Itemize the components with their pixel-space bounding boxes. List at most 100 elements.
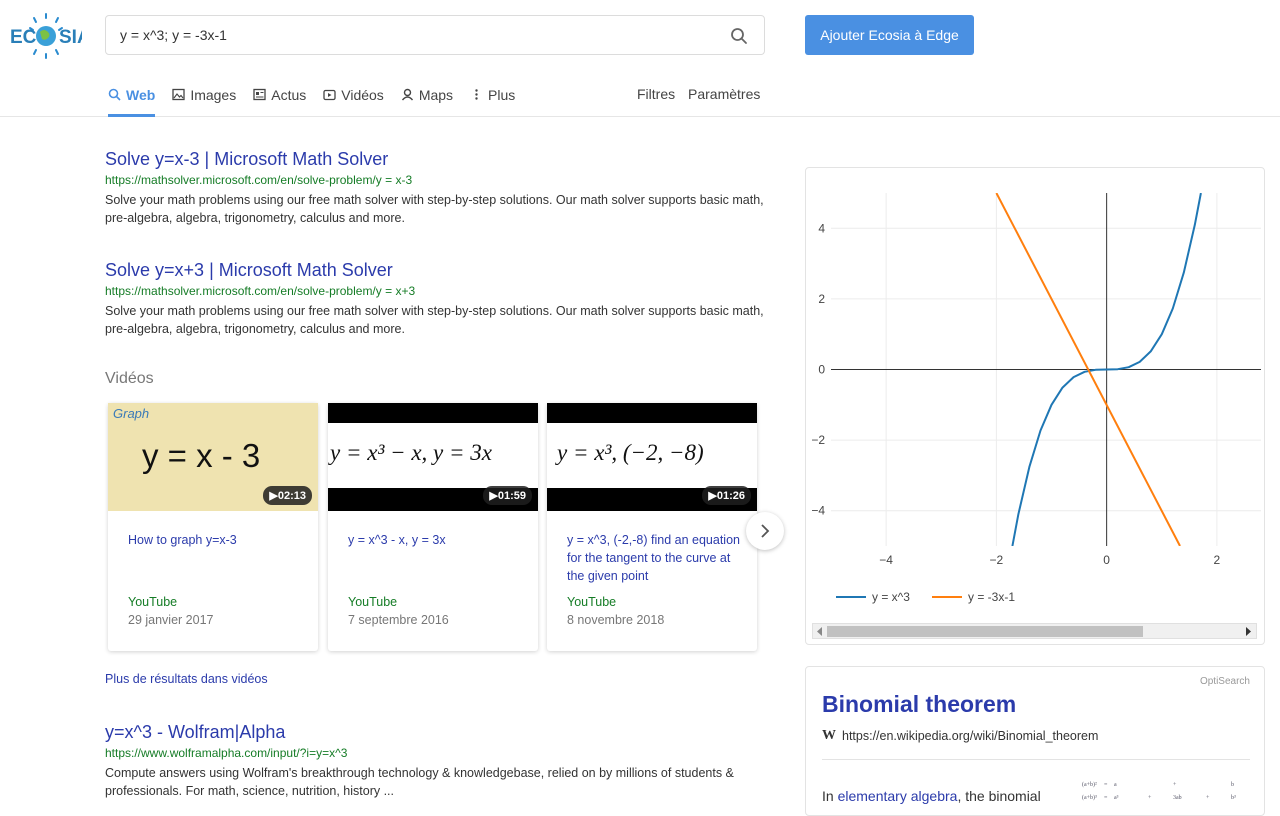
- video-icon: [323, 89, 336, 101]
- chart-horizontal-scrollbar[interactable]: [812, 623, 1257, 639]
- result-title-link[interactable]: Solve y=x-3 | Microsoft Math Solver: [105, 148, 765, 170]
- video-duration-badge: ▶01:59: [483, 486, 532, 505]
- header: EC SIA Ajouter Ecosia à Edge Web Images …: [0, 0, 1280, 117]
- video-thumbnail[interactable]: y = x³ − x, y = 3x ▶01:59: [328, 403, 538, 511]
- x-tick-label: 2: [1214, 553, 1221, 567]
- tab-web[interactable]: Web: [108, 84, 156, 117]
- search-result: Solve y=x-3 | Microsoft Math Solver http…: [105, 148, 765, 227]
- formula-thumbnail-image: (a+b)² = a (a+b)³ = a³ ++3ab +bb³: [1082, 781, 1236, 801]
- chart-legend: y = x^3 y = -3x-1: [836, 590, 1015, 604]
- settings-link[interactable]: Paramètres: [688, 86, 760, 102]
- search-box[interactable]: [105, 15, 765, 55]
- result-snippet: Solve your math problems using our free …: [105, 304, 764, 336]
- search-icon[interactable]: [730, 27, 748, 45]
- search-input[interactable]: [120, 16, 720, 54]
- search-result: y=x^3 - Wolfram|Alpha https://www.wolfra…: [105, 721, 765, 800]
- wikipedia-source[interactable]: W https://en.wikipedia.org/wiki/Binomial…: [822, 728, 1098, 744]
- y-tick-label: 4: [818, 221, 825, 235]
- scroll-left-icon[interactable]: [816, 627, 823, 636]
- map-pin-icon: [401, 88, 413, 101]
- search-result: Solve y=x+3 | Microsoft Math Solver http…: [105, 259, 765, 338]
- svg-text:=: =: [1104, 795, 1108, 801]
- tab-more[interactable]: Plus: [470, 84, 515, 117]
- optisearch-badge[interactable]: OptiSearch: [1200, 676, 1250, 687]
- legend-swatch: [836, 596, 866, 598]
- carousel-next-button[interactable]: [746, 512, 784, 550]
- svg-text:a³: a³: [1114, 795, 1119, 801]
- result-url[interactable]: https://mathsolver.microsoft.com/en/solv…: [105, 173, 765, 188]
- tab-label: Actus: [271, 87, 307, 103]
- result-url[interactable]: https://www.wolframalpha.com/input/?i=y=…: [105, 746, 765, 761]
- video-card[interactable]: Graph y = x - 3 ▶02:13 How to graph y=x-…: [108, 403, 318, 651]
- svg-text:b: b: [1231, 782, 1234, 788]
- tab-images[interactable]: Images: [172, 84, 236, 117]
- video-date: 7 septembre 2016: [348, 613, 449, 627]
- video-title-link[interactable]: y = x^3, (-2,-8) find an equation for th…: [567, 531, 742, 585]
- result-title-link[interactable]: y=x^3 - Wolfram|Alpha: [105, 721, 765, 743]
- play-icon: ▶: [269, 490, 278, 502]
- tab-videos[interactable]: Vidéos: [323, 84, 384, 117]
- video-source: YouTube: [128, 595, 178, 609]
- video-thumbnail[interactable]: Graph y = x - 3 ▶02:13: [108, 403, 318, 511]
- function-graph[interactable]: −4 −2 0 2 −4 −2 0 2 4: [806, 168, 1264, 644]
- video-card[interactable]: y = x³, (−2, −8) ▶01:26 y = x^3, (-2,-8)…: [547, 403, 757, 651]
- video-title-link[interactable]: y = x^3 - x, y = 3x: [348, 531, 523, 549]
- video-duration-badge: ▶01:26: [702, 486, 751, 505]
- legend-swatch: [931, 596, 962, 598]
- svg-text:+: +: [1148, 795, 1152, 801]
- news-icon: [253, 88, 266, 101]
- video-date: 29 janvier 2017: [128, 613, 214, 627]
- snippet-text: In: [822, 788, 834, 804]
- video-card[interactable]: y = x³ − x, y = 3x ▶01:59 y = x^3 - x, y…: [328, 403, 538, 651]
- video-thumbnail[interactable]: y = x³, (−2, −8) ▶01:26: [547, 403, 757, 511]
- tab-label: Plus: [488, 87, 516, 103]
- tab-label: Images: [190, 87, 237, 103]
- scrollbar-thumb[interactable]: [827, 626, 1143, 637]
- svg-text:SIA: SIA: [59, 27, 82, 48]
- thumbnail-caption: Graph: [113, 406, 150, 421]
- wikipedia-icon: W: [822, 728, 836, 743]
- graph-widget: −4 −2 0 2 −4 −2 0 2 4 y = x^3 y = -3x-1: [805, 167, 1265, 645]
- scroll-right-icon[interactable]: [1245, 627, 1252, 636]
- result-snippet: Solve your math problems using our free …: [105, 193, 764, 225]
- play-icon: ▶: [708, 490, 717, 502]
- tab-maps[interactable]: Maps: [401, 84, 453, 117]
- result-title-link[interactable]: Solve y=x+3 | Microsoft Math Solver: [105, 259, 765, 281]
- add-ecosia-to-edge-button[interactable]: Ajouter Ecosia à Edge: [805, 15, 974, 55]
- more-videos-link[interactable]: Plus de résultats dans vidéos: [105, 672, 268, 686]
- svg-text:b³: b³: [1231, 795, 1236, 801]
- duration-text: 01:59: [497, 490, 526, 502]
- thumbnail-equation: y = x³ − x, y = 3x: [330, 440, 492, 465]
- duration-text: 02:13: [277, 490, 306, 502]
- tab-label: Web: [126, 87, 156, 103]
- thumbnail-equation: y = x - 3: [142, 437, 261, 474]
- knowledge-panel: OptiSearch Binomial theorem W https://en…: [805, 666, 1265, 816]
- search-icon: [108, 88, 121, 101]
- result-url[interactable]: https://mathsolver.microsoft.com/en/solv…: [105, 284, 765, 299]
- knowledge-title-link[interactable]: Binomial theorem: [822, 691, 1016, 718]
- video-date: 8 novembre 2018: [567, 613, 665, 627]
- filters-link[interactable]: Filtres: [637, 86, 675, 102]
- snippet-text: , the binomial: [957, 788, 1041, 804]
- wikipedia-url[interactable]: https://en.wikipedia.org/wiki/Binomial_t…: [842, 729, 1098, 743]
- chevron-right-icon: [761, 524, 770, 538]
- video-duration-badge: ▶02:13: [263, 486, 312, 505]
- ecosia-logo[interactable]: EC SIA: [10, 12, 82, 60]
- video-title-link[interactable]: How to graph y=x-3: [128, 531, 303, 549]
- elementary-algebra-link[interactable]: elementary algebra: [838, 788, 958, 804]
- svg-text:+: +: [1206, 795, 1210, 801]
- svg-text:EC: EC: [10, 27, 37, 48]
- svg-text:+: +: [1173, 782, 1177, 788]
- x-tick-label: −2: [990, 553, 1004, 567]
- x-tick-label: −4: [879, 553, 893, 567]
- more-vertical-icon: [475, 89, 478, 100]
- tab-label: Vidéos: [341, 87, 384, 103]
- y-tick-label: −2: [811, 433, 825, 447]
- result-snippet: Compute answers using Wolfram's breakthr…: [105, 766, 734, 798]
- video-source: YouTube: [348, 595, 398, 609]
- tab-news[interactable]: Actus: [253, 84, 306, 117]
- knowledge-snippet: In elementary algebra, the binomial: [822, 788, 1041, 804]
- duration-text: 01:26: [716, 490, 745, 502]
- y-tick-label: 2: [818, 292, 825, 306]
- svg-text:3ab: 3ab: [1173, 795, 1182, 801]
